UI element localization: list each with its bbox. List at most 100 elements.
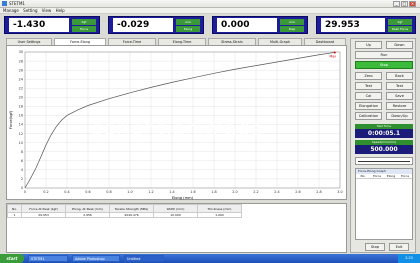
y-axis-label: Force(kgf) <box>9 110 13 129</box>
save-button[interactable]: Save <box>386 92 413 100</box>
x-tick-label: 0.4 <box>64 190 69 194</box>
x-tick-label: 2.2 <box>253 190 258 194</box>
y-tick-label: 2 <box>21 177 23 181</box>
title-bar: STETM1 _ □ × <box>0 0 420 8</box>
y-tick-label: 4 <box>21 168 23 172</box>
x-tick-label: 0.6 <box>85 190 90 194</box>
table-cell: 10.000 <box>153 212 198 218</box>
readout-elong-unit[interactable]: mm <box>176 19 200 25</box>
tab-force-time[interactable]: Force-Time <box>108 38 156 45</box>
taskbar-item-photoshop[interactable]: Adobe Photoshop <box>72 255 120 262</box>
x-tick-label: 0 <box>24 190 26 194</box>
x-tick-label: 0.8 <box>106 190 111 194</box>
readout-peak-label[interactable]: Peak Force <box>388 26 412 32</box>
results-header-cell: No. <box>7 204 22 213</box>
tab-user-settings[interactable]: User Settings <box>6 38 52 45</box>
speed-slider[interactable] <box>355 157 413 165</box>
menu-manage[interactable]: Manage <box>3 8 19 14</box>
readout-elong-value: -0.029 <box>113 18 173 32</box>
x-tick-label: 1.2 <box>148 190 153 194</box>
taskbar-item-app[interactable]: STETM1 <box>28 255 68 262</box>
panel-stop-button[interactable]: Stop <box>365 243 385 251</box>
x-tick-label: 3.0 <box>337 190 342 194</box>
start-button[interactable]: start <box>0 254 24 263</box>
table-cell: 1.000 <box>197 212 242 218</box>
control-panel: Up Down Run Stop Zero Back Test Test Cal… <box>350 38 416 253</box>
stop-button[interactable]: Stop <box>355 61 413 69</box>
app-icon <box>2 1 7 6</box>
tab-stress-strain[interactable]: Stress-Strain <box>208 38 256 45</box>
readout-force-unit[interactable]: kgf <box>72 19 96 25</box>
restore-button[interactable]: Restore <box>386 102 413 110</box>
maximize-button[interactable]: □ <box>401 1 408 7</box>
x-tick-label: 1.0 <box>127 190 132 194</box>
menu-help[interactable]: Help <box>56 8 65 14</box>
readout-elong-label[interactable]: Elong <box>176 26 200 32</box>
results-header-cell: Elong. At Peak (mm) <box>65 204 110 213</box>
y-tick-label: 12 <box>19 132 23 136</box>
y-tick-label: 30 <box>19 50 23 54</box>
readout-elong: -0.029 mm Elong <box>108 16 204 34</box>
x-tick-label: 2.0 <box>232 190 237 194</box>
x-tick-label: 2.8 <box>316 190 321 194</box>
table-cell: 2049.476 <box>109 212 154 218</box>
run-button[interactable]: Run <box>355 51 413 59</box>
graph-tabs: User Settings Force-Elong Force-Time Elo… <box>6 38 346 46</box>
readout-peak-unit[interactable]: kgf <box>388 19 412 25</box>
tab-dashboard[interactable]: Dashboard <box>304 38 346 45</box>
x-tick-label: 1.8 <box>211 190 216 194</box>
test-button-b[interactable]: Test <box>386 82 413 90</box>
test-time-value: 0:00:05.1 <box>355 129 413 138</box>
y-tick-label: 18 <box>19 105 23 109</box>
results-header-row: No. Force At Peak (kgf) Elong. At Peak (mm… <box>7 204 242 213</box>
up-button[interactable]: Up <box>355 41 382 49</box>
table-cell: 29.953 <box>21 212 66 218</box>
mini-graph-panel: Force-Elong Graph No. Force Elong Force <box>355 168 413 240</box>
force-elong-chart: 0 0.2 0.4 0.6 0.8 1.0 1.2 1.4 1.6 1.8 2.0 2.2 2.4 2.6… <box>6 45 347 200</box>
y-tick-label: 6 <box>21 159 23 163</box>
results-header-cell: Force At Peak (kgf) <box>21 204 66 213</box>
test-button-a[interactable]: Test <box>355 82 382 90</box>
y-tick-label: 20 <box>19 96 23 100</box>
peak-marker <box>333 51 336 54</box>
mini-graph-header: No. Force Elong Force <box>356 174 412 179</box>
taskbar-item-untitled[interactable]: Untitled <box>124 255 164 262</box>
cal-button[interactable]: Cal <box>355 92 382 100</box>
mini-header-force-2: Force <box>400 174 410 178</box>
table-cell: 1 <box>7 212 22 218</box>
minimize-button[interactable]: _ <box>393 1 400 7</box>
menu-view[interactable]: View <box>42 8 52 14</box>
y-tick-label: 8 <box>21 150 23 154</box>
down-button[interactable]: Down <box>386 41 413 49</box>
back-button[interactable]: Back <box>386 72 413 80</box>
readout-force-label[interactable]: Force <box>72 26 96 32</box>
mini-header-elong: Elong <box>386 174 396 178</box>
application-window: STETM1 _ □ × Manage Setting View Help -1… <box>0 0 420 263</box>
y-tick-label: 28 <box>19 59 23 63</box>
x-axis-label: Elong (mm) <box>172 196 194 200</box>
zero-button[interactable]: Zero <box>355 72 382 80</box>
results-header-cell: Thickness (mm) <box>197 204 242 213</box>
table-row[interactable]: 1 29.953 2.956 2049.476 10.000 1.000 <box>7 212 242 218</box>
panel-exit-button[interactable]: Exit <box>389 243 409 251</box>
y-tick-label: 16 <box>19 114 23 118</box>
tab-elong-time[interactable]: Elong-Time <box>158 38 206 45</box>
menu-bar: Manage Setting View Help <box>0 8 420 14</box>
close-button[interactable]: × <box>409 1 416 7</box>
x-tick-label: 2.6 <box>295 190 300 194</box>
tab-multi-graph[interactable]: Multi-Graph <box>258 38 302 45</box>
results-table-area: No. Force At Peak (kgf) Elong. At Peak (mm… <box>6 203 347 253</box>
chart-svg: 0 0.2 0.4 0.6 0.8 1.0 1.2 1.4 1.6 1.8 2.0 2.2 2.4 2.6… <box>9 50 343 200</box>
y-tick-label: 14 <box>19 123 23 127</box>
readout-force: -1.430 kgf Force <box>4 16 100 34</box>
down-up-button[interactable]: Down/Up <box>386 112 413 120</box>
taskbar: start STETM1 Adobe Photoshop Untitled 2:… <box>0 254 420 263</box>
table-cell: 2.956 <box>65 212 110 218</box>
menu-setting[interactable]: Setting <box>23 8 37 14</box>
readout-disp-unit[interactable]: mm <box>280 19 304 25</box>
y-tick-label: 22 <box>19 86 23 90</box>
calibration-button[interactable]: Calibration <box>355 112 382 120</box>
elongation-button[interactable]: Elongation <box>355 102 382 110</box>
readout-disp-label[interactable]: Disp <box>280 26 304 32</box>
results-header-cell: Tensile Strength (MPa) <box>109 204 154 213</box>
